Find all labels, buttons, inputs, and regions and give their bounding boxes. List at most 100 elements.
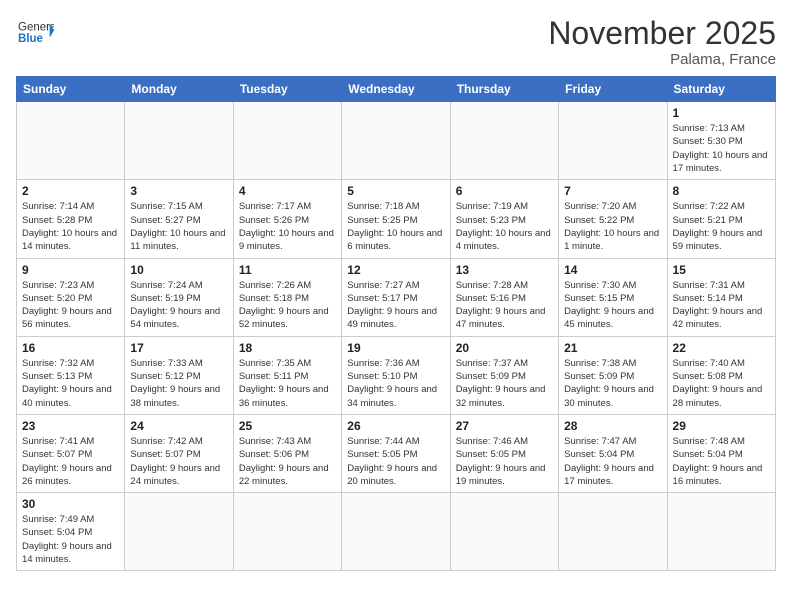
- day-number: 2: [22, 184, 119, 198]
- day-number: 1: [673, 106, 770, 120]
- calendar-day-cell: 27 Sunrise: 7:46 AM Sunset: 5:05 PM Dayli…: [450, 414, 558, 492]
- day-info: Sunrise: 7:19 AM Sunset: 5:23 PM Dayligh…: [456, 200, 553, 253]
- calendar-day-cell: 17Sunrise: 7:33 AM Sunset: 5:12 PM Dayli…: [125, 336, 233, 414]
- calendar-day-cell: [342, 493, 450, 571]
- calendar-day-cell: 12 Sunrise: 7:27 AM Sunset: 5:17 PM Dayli…: [342, 258, 450, 336]
- day-info: Sunrise: 7:15 AM Sunset: 5:27 PM Dayligh…: [130, 200, 227, 253]
- month-year-title: November 2025: [548, 16, 776, 51]
- weekday-header-cell: Friday: [559, 77, 667, 102]
- day-info: Sunrise: 7:14 AM Sunset: 5:28 PM Dayligh…: [22, 200, 119, 253]
- day-number: 23: [22, 419, 119, 433]
- day-info: Sunrise: 7:20 AM Sunset: 5:22 PM Dayligh…: [564, 200, 661, 253]
- day-info: Sunrise: 7:49 AM Sunset: 5:04 PM Dayligh…: [22, 513, 119, 566]
- calendar-day-cell: 22 Sunrise: 7:40 AM Sunset: 5:08 PM Dayli…: [667, 336, 775, 414]
- day-number: 21: [564, 341, 661, 355]
- calendar-day-cell: 9 Sunrise: 7:23 AM Sunset: 5:20 PM Daylig…: [17, 258, 125, 336]
- weekday-header-cell: Saturday: [667, 77, 775, 102]
- calendar-table: SundayMondayTuesdayWednesdayThursdayFrid…: [16, 76, 776, 571]
- day-info: Sunrise: 7:33 AM Sunset: 5:12 PM Dayligh…: [130, 357, 227, 410]
- calendar-day-cell: 26Sunrise: 7:44 AM Sunset: 5:05 PM Dayli…: [342, 414, 450, 492]
- calendar-day-cell: [233, 493, 341, 571]
- day-info: Sunrise: 7:43 AM Sunset: 5:06 PM Dayligh…: [239, 435, 336, 488]
- day-info: Sunrise: 7:22 AM Sunset: 5:21 PM Dayligh…: [673, 200, 770, 253]
- day-number: 29: [673, 419, 770, 433]
- calendar-day-cell: 23Sunrise: 7:41 AM Sunset: 5:07 PM Dayli…: [17, 414, 125, 492]
- calendar-day-cell: 6 Sunrise: 7:19 AM Sunset: 5:23 PM Daylig…: [450, 180, 558, 258]
- calendar-day-cell: 30 Sunrise: 7:49 AM Sunset: 5:04 PM Dayli…: [17, 493, 125, 571]
- calendar-day-cell: 25 Sunrise: 7:43 AM Sunset: 5:06 PM Dayli…: [233, 414, 341, 492]
- location-subtitle: Palama, France: [548, 51, 776, 68]
- calendar-day-cell: 21Sunrise: 7:38 AM Sunset: 5:09 PM Dayli…: [559, 336, 667, 414]
- day-number: 22: [673, 341, 770, 355]
- day-info: Sunrise: 7:37 AM Sunset: 5:09 PM Dayligh…: [456, 357, 553, 410]
- day-info: Sunrise: 7:36 AM Sunset: 5:10 PM Dayligh…: [347, 357, 444, 410]
- day-info: Sunrise: 7:47 AM Sunset: 5:04 PM Dayligh…: [564, 435, 661, 488]
- day-info: Sunrise: 7:23 AM Sunset: 5:20 PM Dayligh…: [22, 279, 119, 332]
- day-number: 25: [239, 419, 336, 433]
- calendar-day-cell: [559, 102, 667, 180]
- day-number: 30: [22, 497, 119, 511]
- calendar-day-cell: 18 Sunrise: 7:35 AM Sunset: 5:11 PM Dayli…: [233, 336, 341, 414]
- calendar-day-cell: 8 Sunrise: 7:22 AM Sunset: 5:21 PM Daylig…: [667, 180, 775, 258]
- day-info: Sunrise: 7:42 AM Sunset: 5:07 PM Dayligh…: [130, 435, 227, 488]
- day-number: 11: [239, 263, 336, 277]
- weekday-header-cell: Wednesday: [342, 77, 450, 102]
- calendar-day-cell: 16Sunrise: 7:32 AM Sunset: 5:13 PM Dayli…: [17, 336, 125, 414]
- day-number: 5: [347, 184, 444, 198]
- calendar-day-cell: 4Sunrise: 7:17 AM Sunset: 5:26 PM Daylig…: [233, 180, 341, 258]
- calendar-day-cell: 1 Sunrise: 7:13 AM Sunset: 5:30 PM Daylig…: [667, 102, 775, 180]
- svg-text:General: General: [18, 21, 54, 33]
- day-info: Sunrise: 7:44 AM Sunset: 5:05 PM Dayligh…: [347, 435, 444, 488]
- day-number: 9: [22, 263, 119, 277]
- day-info: Sunrise: 7:18 AM Sunset: 5:25 PM Dayligh…: [347, 200, 444, 253]
- day-number: 15: [673, 263, 770, 277]
- day-info: Sunrise: 7:40 AM Sunset: 5:08 PM Dayligh…: [673, 357, 770, 410]
- calendar-week-row: 23Sunrise: 7:41 AM Sunset: 5:07 PM Dayli…: [17, 414, 776, 492]
- calendar-day-cell: 11Sunrise: 7:26 AM Sunset: 5:18 PM Dayli…: [233, 258, 341, 336]
- day-info: Sunrise: 7:35 AM Sunset: 5:11 PM Dayligh…: [239, 357, 336, 410]
- day-info: Sunrise: 7:28 AM Sunset: 5:16 PM Dayligh…: [456, 279, 553, 332]
- calendar-day-cell: 13 Sunrise: 7:28 AM Sunset: 5:16 PM Dayli…: [450, 258, 558, 336]
- day-number: 6: [456, 184, 553, 198]
- day-number: 8: [673, 184, 770, 198]
- day-number: 16: [22, 341, 119, 355]
- calendar-day-cell: 5 Sunrise: 7:18 AM Sunset: 5:25 PM Daylig…: [342, 180, 450, 258]
- title-block: November 2025 Palama, France: [548, 16, 776, 68]
- weekday-header-cell: Tuesday: [233, 77, 341, 102]
- day-number: 14: [564, 263, 661, 277]
- calendar-day-cell: 10 Sunrise: 7:24 AM Sunset: 5:19 PM Dayli…: [125, 258, 233, 336]
- calendar-day-cell: [17, 102, 125, 180]
- calendar-day-cell: [125, 493, 233, 571]
- day-number: 13: [456, 263, 553, 277]
- calendar-day-cell: [342, 102, 450, 180]
- day-number: 20: [456, 341, 553, 355]
- day-number: 28: [564, 419, 661, 433]
- calendar-week-row: 9 Sunrise: 7:23 AM Sunset: 5:20 PM Daylig…: [17, 258, 776, 336]
- calendar-week-row: 30 Sunrise: 7:49 AM Sunset: 5:04 PM Dayli…: [17, 493, 776, 571]
- calendar-day-cell: [233, 102, 341, 180]
- day-info: Sunrise: 7:46 AM Sunset: 5:05 PM Dayligh…: [456, 435, 553, 488]
- day-number: 19: [347, 341, 444, 355]
- day-info: Sunrise: 7:30 AM Sunset: 5:15 PM Dayligh…: [564, 279, 661, 332]
- calendar-day-cell: 19 Sunrise: 7:36 AM Sunset: 5:10 PM Dayli…: [342, 336, 450, 414]
- calendar-day-cell: 29Sunrise: 7:48 AM Sunset: 5:04 PM Dayli…: [667, 414, 775, 492]
- weekday-header-row: SundayMondayTuesdayWednesdayThursdayFrid…: [17, 77, 776, 102]
- calendar-day-cell: 2 Sunrise: 7:14 AM Sunset: 5:28 PM Daylig…: [17, 180, 125, 258]
- day-number: 10: [130, 263, 227, 277]
- calendar-body: 1 Sunrise: 7:13 AM Sunset: 5:30 PM Daylig…: [17, 102, 776, 571]
- day-number: 12: [347, 263, 444, 277]
- day-number: 27: [456, 419, 553, 433]
- day-info: Sunrise: 7:13 AM Sunset: 5:30 PM Dayligh…: [673, 122, 770, 175]
- calendar-day-cell: 7 Sunrise: 7:20 AM Sunset: 5:22 PM Daylig…: [559, 180, 667, 258]
- day-number: 7: [564, 184, 661, 198]
- day-number: 18: [239, 341, 336, 355]
- day-info: Sunrise: 7:27 AM Sunset: 5:17 PM Dayligh…: [347, 279, 444, 332]
- logo: General Blue: [16, 16, 54, 57]
- calendar-day-cell: [125, 102, 233, 180]
- svg-text:Blue: Blue: [18, 33, 44, 45]
- day-number: 24: [130, 419, 227, 433]
- day-info: Sunrise: 7:24 AM Sunset: 5:19 PM Dayligh…: [130, 279, 227, 332]
- logo-icon: General Blue: [18, 16, 54, 52]
- calendar-day-cell: 14 Sunrise: 7:30 AM Sunset: 5:15 PM Dayli…: [559, 258, 667, 336]
- calendar-day-cell: 15Sunrise: 7:31 AM Sunset: 5:14 PM Dayli…: [667, 258, 775, 336]
